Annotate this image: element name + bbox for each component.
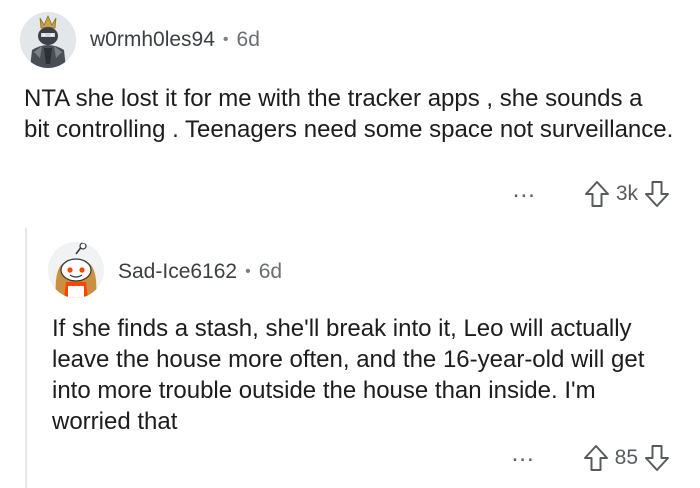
thread-line: [25, 228, 27, 488]
separator-dot: •: [245, 263, 251, 280]
comment-meta: w0rmh0les94 • 6d: [90, 28, 260, 52]
downvote-icon[interactable]: [644, 180, 670, 208]
comment-age: 6d: [258, 260, 283, 283]
more-options-button[interactable]: ...: [512, 442, 535, 466]
armored-character-avatar-icon: [20, 12, 76, 68]
upvote-icon[interactable]: [584, 180, 610, 208]
comment-age: 6d: [236, 28, 260, 51]
separator-dot: •: [222, 31, 229, 48]
user-avatar[interactable]: [20, 12, 76, 68]
comment-body: If she finds a stash, she'll break into …: [52, 315, 645, 435]
comment-body: NTA she lost it for me with the tracker …: [24, 85, 674, 143]
reddit-snoo-avatar-icon: [48, 242, 104, 298]
more-options-button[interactable]: ...: [513, 178, 536, 202]
vote-count: 3k: [615, 182, 638, 205]
vote-count: 85: [614, 446, 638, 469]
username[interactable]: Sad-Ice6162: [118, 260, 237, 284]
comment-actions: ... 3k: [513, 178, 670, 208]
upvote-icon[interactable]: [583, 444, 609, 472]
user-avatar[interactable]: [48, 242, 104, 298]
comment-meta: Sad-Ice6162 • 6d: [118, 260, 282, 284]
comment-actions: ... 85: [512, 442, 670, 472]
username[interactable]: w0rmh0les94: [90, 28, 215, 52]
downvote-icon[interactable]: [644, 444, 670, 472]
